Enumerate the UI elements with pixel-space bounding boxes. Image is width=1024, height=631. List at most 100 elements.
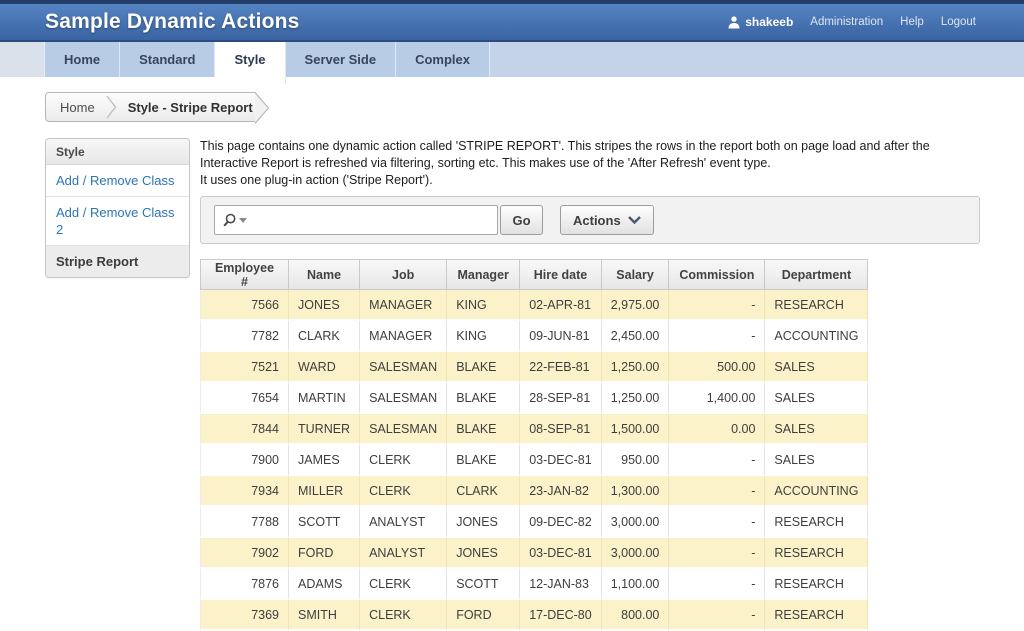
- search-input[interactable]: [247, 208, 493, 232]
- actions-button[interactable]: Actions: [560, 205, 654, 235]
- column-header-salary[interactable]: Salary: [602, 259, 670, 290]
- sidebar-title: Style: [46, 139, 189, 165]
- cell-commission: 1,400.00: [669, 383, 765, 414]
- cell-salary: 1,250.00: [602, 383, 670, 414]
- breadcrumb-box: Home Style - Stripe Report: [45, 92, 255, 122]
- cell-employee: 7654: [200, 383, 289, 414]
- report-toolbar: Go Actions: [200, 196, 980, 244]
- tab-bar-spacer: [0, 42, 45, 77]
- cell-manager: BLAKE: [447, 352, 520, 383]
- page-description-p2: It uses one plug-in action ('Stripe Repo…: [200, 172, 980, 189]
- cell-name: SCOTT: [289, 507, 360, 538]
- cell-name: JONES: [289, 290, 360, 321]
- cell-manager: JONES: [447, 538, 520, 569]
- cell-hire-date: 09-JUN-81: [520, 321, 602, 352]
- cell-employee: 7900: [200, 445, 289, 476]
- table-body: 7566JONESMANAGERKING02-APR-812,975.00-RE…: [200, 290, 868, 631]
- cell-salary: 2,975.00: [602, 290, 670, 321]
- go-button-label: Go: [512, 213, 530, 228]
- cell-hire-date: 17-DEC-80: [520, 600, 602, 631]
- cell-salary: 3,000.00: [602, 507, 670, 538]
- header-link-logout[interactable]: Logout: [941, 16, 976, 28]
- header-link-administration[interactable]: Administration: [810, 16, 883, 28]
- cell-job: CLERK: [360, 569, 447, 600]
- cell-job: MANAGER: [360, 321, 447, 352]
- cell-employee: 7876: [200, 569, 289, 600]
- cell-commission: -: [669, 600, 765, 631]
- sidebar: Style Add / Remove Class Add / Remove Cla…: [45, 138, 190, 278]
- cell-job: CLERK: [360, 476, 447, 507]
- cell-name: MARTIN: [289, 383, 360, 414]
- tab-bar: HomeStandardStyleServer SideComplex: [0, 42, 1024, 77]
- cell-commission: -: [669, 569, 765, 600]
- cell-manager: FORD: [447, 600, 520, 631]
- user-menu[interactable]: shakeeb: [728, 15, 793, 29]
- cell-job: ANALYST: [360, 538, 447, 569]
- cell-department: RESEARCH: [765, 600, 868, 631]
- tab-complex[interactable]: Complex: [396, 42, 490, 77]
- column-header-manager[interactable]: Manager: [447, 259, 520, 290]
- sidebar-link-add-remove-class[interactable]: Add / Remove Class: [56, 173, 175, 188]
- user-name: shakeeb: [745, 15, 793, 29]
- tab-home[interactable]: Home: [45, 42, 120, 77]
- user-icon: [728, 16, 740, 29]
- table-row: 7902FORDANALYSTJONES03-DEC-813,000.00-RE…: [200, 538, 868, 569]
- breadcrumb-arrow-tail-icon: [255, 92, 270, 124]
- chevron-down-icon: [628, 216, 641, 224]
- cell-manager: CLARK: [447, 476, 520, 507]
- cell-hire-date: 28-SEP-81: [520, 383, 602, 414]
- cell-job: ANALYST: [360, 507, 447, 538]
- column-header-employee[interactable]: Employee #: [200, 259, 289, 290]
- table-row: 7369SMITHCLERKFORD17-DEC-80800.00-RESEAR…: [200, 600, 868, 631]
- cell-commission: -: [669, 476, 765, 507]
- sidebar-link-add-remove-class-2[interactable]: Add / Remove Class 2: [56, 205, 175, 237]
- cell-hire-date: 12-JAN-83: [520, 569, 602, 600]
- tab-standard[interactable]: Standard: [120, 42, 215, 77]
- cell-salary: 1,250.00: [602, 352, 670, 383]
- cell-name: MILLER: [289, 476, 360, 507]
- column-header-hire-date[interactable]: Hire date: [520, 259, 602, 290]
- table-row: 7900JAMESCLERKBLAKE03-DEC-81950.00-SALES: [200, 445, 868, 476]
- column-header-department[interactable]: Department: [765, 259, 868, 290]
- cell-name: FORD: [289, 538, 360, 569]
- cell-department: RESEARCH: [765, 507, 868, 538]
- cell-job: SALESMAN: [360, 383, 447, 414]
- column-header-job[interactable]: Job: [360, 259, 447, 290]
- cell-hire-date: 02-APR-81: [520, 290, 602, 321]
- caret-down-icon: [239, 218, 247, 223]
- cell-department: RESEARCH: [765, 290, 868, 321]
- cell-salary: 3,000.00: [602, 538, 670, 569]
- table-row: 7654MARTINSALESMANBLAKE28-SEP-811,250.00…: [200, 383, 868, 414]
- cell-employee: 7934: [200, 476, 289, 507]
- header-links: shakeeb Administration Help Logout: [728, 15, 976, 29]
- breadcrumb: Home Style - Stripe Report: [45, 92, 1024, 124]
- tab-server-side[interactable]: Server Side: [286, 42, 397, 77]
- cell-employee: 7782: [200, 321, 289, 352]
- sidebar-item-stripe-report[interactable]: Stripe Report: [46, 246, 189, 277]
- table-row: 7788SCOTTANALYSTJONES09-DEC-823,000.00-R…: [200, 507, 868, 538]
- cell-manager: JONES: [447, 507, 520, 538]
- cell-hire-date: 22-FEB-81: [520, 352, 602, 383]
- column-header-name[interactable]: Name: [289, 259, 360, 290]
- cell-salary: 1,300.00: [602, 476, 670, 507]
- page-description-p1: This page contains one dynamic action ca…: [200, 138, 980, 172]
- cell-commission: -: [669, 290, 765, 321]
- search-icon: [222, 213, 237, 228]
- column-header-commission[interactable]: Commission: [669, 259, 765, 290]
- cell-commission: -: [669, 445, 765, 476]
- breadcrumb-home[interactable]: Home: [60, 100, 95, 115]
- cell-salary: 950.00: [602, 445, 670, 476]
- cell-employee: 7844: [200, 414, 289, 445]
- table-row: 7876ADAMSCLERKSCOTT12-JAN-831,100.00-RES…: [200, 569, 868, 600]
- sidebar-item-add-remove-class[interactable]: Add / Remove Class: [46, 165, 189, 197]
- header-link-help[interactable]: Help: [900, 16, 924, 28]
- cell-name: CLARK: [289, 321, 360, 352]
- cell-hire-date: 03-DEC-81: [520, 538, 602, 569]
- search-column-selector[interactable]: [222, 213, 247, 228]
- sidebar-item-add-remove-class-2[interactable]: Add / Remove Class 2: [46, 197, 189, 246]
- go-button[interactable]: Go: [500, 205, 543, 235]
- tab-style[interactable]: Style: [215, 42, 285, 84]
- cell-commission: 500.00: [669, 352, 765, 383]
- cell-manager: BLAKE: [447, 383, 520, 414]
- cell-manager: KING: [447, 290, 520, 321]
